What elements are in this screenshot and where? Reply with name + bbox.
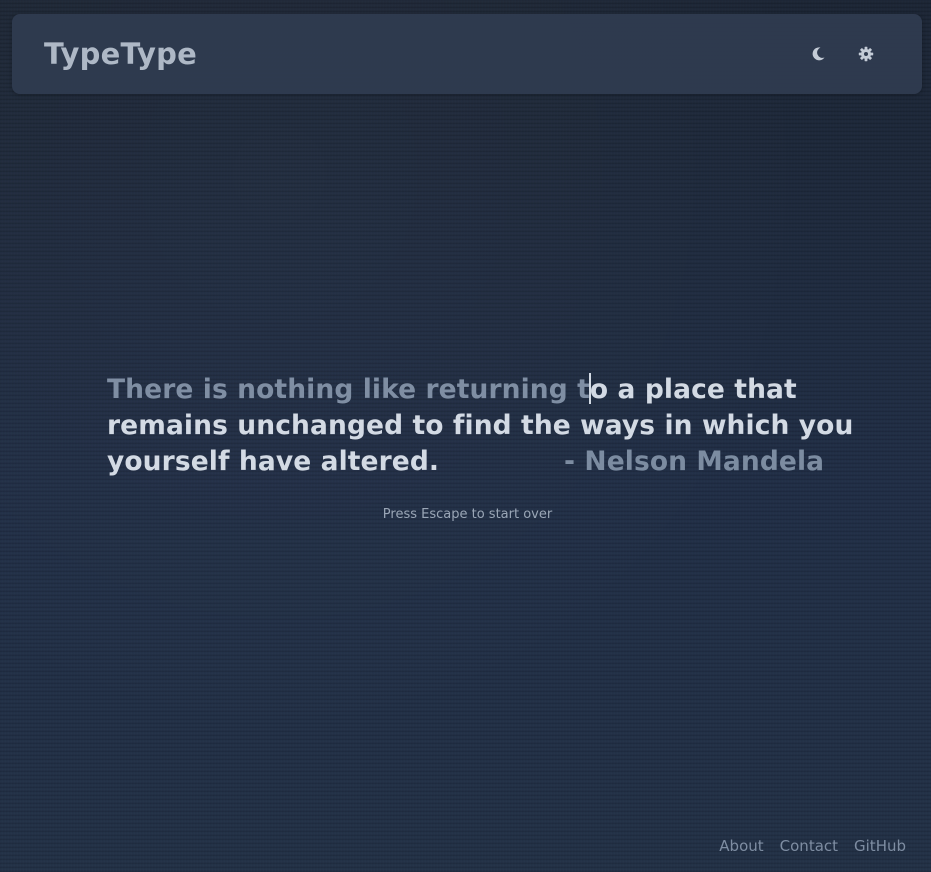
- remaining-text: yourself have altered.: [107, 446, 440, 477]
- app-title[interactable]: TypeType: [44, 36, 197, 72]
- quote-line-1: There is nothing like returning to a pla…: [107, 372, 827, 408]
- moon-icon[interactable]: [806, 42, 830, 66]
- navbar: TypeType: [12, 14, 922, 94]
- remaining-text: remains unchanged to find the ways in wh…: [107, 410, 854, 441]
- quote-line-2: remains unchanged to find the ways in wh…: [107, 408, 853, 444]
- footer-link-contact[interactable]: Contact: [780, 837, 838, 855]
- typed-text: There is nothing like returning t: [107, 374, 590, 405]
- footer-link-about[interactable]: About: [719, 837, 763, 855]
- gear-icon[interactable]: [854, 42, 878, 66]
- footer: About Contact GitHub: [719, 837, 906, 855]
- quote-author: - Nelson Mandela: [564, 446, 825, 477]
- footer-link-github[interactable]: GitHub: [854, 837, 906, 855]
- typing-area[interactable]: There is nothing like returning to a pla…: [107, 372, 853, 480]
- quote-line-3: yourself have altered. - Nelson Mandela: [107, 444, 827, 480]
- remaining-text: o a place that: [589, 374, 797, 405]
- escape-hint: Press Escape to start over: [382, 507, 553, 522]
